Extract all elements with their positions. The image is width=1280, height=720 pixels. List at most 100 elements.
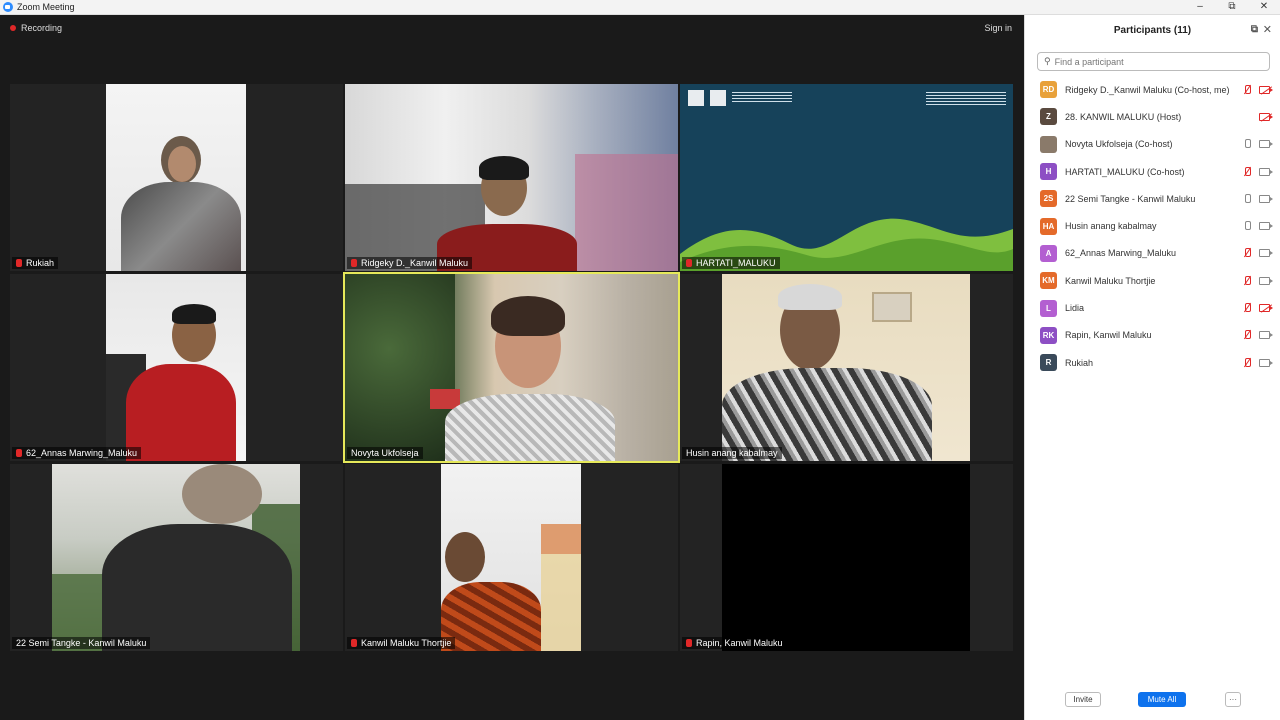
camera-icon[interactable] [1259,249,1273,258]
camera-icon[interactable] [1259,222,1273,231]
participant-status-icons [1243,166,1273,177]
mic-icon[interactable] [1243,221,1251,231]
participant-name: 22 Semi Tangke - Kanwil Maluku [16,638,147,648]
video-tile[interactable]: Kanwil Maluku Thortjie [345,464,678,651]
participant-row[interactable]: RK Rapin, Kanwil Maluku [1025,322,1280,349]
sign-in-link[interactable]: Sign in [984,23,1012,33]
mic-muted-icon [686,639,692,647]
mic-muted-icon[interactable] [1243,357,1251,368]
mic-muted-icon [16,449,22,457]
participant-row[interactable]: Z 28. KANWIL MALUKU (Host) [1025,103,1280,130]
avatar: L [1040,299,1057,317]
popout-icon[interactable]: ⧉ [1251,24,1258,35]
participant-nametag: 22 Semi Tangke - Kanwil Maluku [12,637,151,649]
video-tile[interactable]: 22 Semi Tangke - Kanwil Maluku [10,464,343,651]
participant-name: Novyta Ukfolseja [351,448,419,458]
mic-muted-icon [351,259,357,267]
invite-button[interactable]: Invite [1065,692,1101,707]
participant-row[interactable]: Novyta Ukfolseja (Co-host) [1025,131,1280,158]
maximize-button[interactable]: ⧉ [1216,0,1248,15]
active-speaker-tile[interactable]: Novyta Ukfolseja [343,272,680,463]
avatar: KM [1040,272,1057,290]
search-input[interactable] [1054,56,1255,67]
mic-icon[interactable] [1243,139,1251,149]
video-tile[interactable]: 62_Annas Marwing_Maluku [10,274,343,461]
participant-status-icons [1243,84,1273,95]
camera-icon[interactable] [1259,167,1273,176]
participant-nametag: Kanwil Maluku Thortjie [347,637,456,649]
video-tile[interactable]: Husin anang kabalmay [680,274,1013,461]
mic-muted-icon[interactable] [1243,330,1251,340]
video-tile[interactable]: Rapin, Kanwil Maluku [680,464,1013,651]
mic-muted-icon [686,259,692,267]
camera-icon[interactable] [1259,194,1273,203]
camera-icon[interactable] [1259,358,1273,367]
participant-name: Novyta Ukfolseja (Co-host) [1065,139,1173,150]
avatar: Z [1040,108,1057,126]
participant-nametag: Ridgeky D._Kanwil Maluku [347,257,473,269]
video-tile[interactable]: HARTATI_MALUKU [680,84,1013,271]
participant-status-icons [1243,221,1273,231]
participant-name: 62_Annas Marwing_Maluku [1065,248,1177,259]
avatar: 2S [1040,190,1057,208]
camera-off-icon[interactable] [1259,85,1273,94]
participant-name: Lidia [1065,303,1085,314]
participant-row[interactable]: L Lidia [1025,294,1280,321]
mic-muted-icon[interactable] [1243,84,1251,95]
participant-name: HARTATI_MALUKU (Co-host) [1065,166,1185,177]
participant-list: RD Ridgeky D._Kanwil Maluku (Co-host, me)… [1025,76,1280,376]
recording-label: Recording [21,23,63,33]
recording-dot-icon [10,25,16,31]
participant-status-icons [1243,139,1273,149]
zoom-logo-icon [3,2,13,12]
close-icon[interactable]: ✕ [1263,23,1272,36]
mic-muted-icon[interactable] [1243,275,1251,286]
participant-row[interactable]: H HARTATI_MALUKU (Co-host) [1025,158,1280,185]
mic-muted-icon[interactable] [1243,166,1251,177]
participant-video [345,84,678,271]
avatar: H [1040,163,1057,181]
participant-row[interactable]: HA Husin anang kabalmay [1025,212,1280,239]
participant-name: 62_Annas Marwing_Maluku [26,448,138,458]
video-tile[interactable]: Ridgeky D._Kanwil Maluku [345,84,678,271]
mic-muted-icon [351,639,357,647]
camera-off-icon[interactable] [1259,304,1273,313]
participant-nametag: Husin anang kabalmay [682,447,782,459]
participant-name: Husin anang kabalmay [686,448,778,458]
window-title: Zoom Meeting [17,2,75,12]
mic-muted-icon[interactable] [1243,303,1251,313]
mic-icon[interactable] [1243,193,1251,204]
camera-icon[interactable] [1259,276,1273,285]
more-options-button[interactable]: ··· [1225,692,1241,707]
participant-row[interactable]: RD Ridgeky D._Kanwil Maluku (Co-host, me) [1025,76,1280,103]
participant-row[interactable]: A 62_Annas Marwing_Maluku [1025,240,1280,267]
close-window-button[interactable]: ✕ [1248,0,1280,15]
participant-name: 22 Semi Tangke - Kanwil Maluku [1065,193,1196,204]
recording-indicator[interactable]: Recording [10,23,62,33]
mute-all-button[interactable]: Mute All [1138,692,1186,707]
camera-off-icon[interactable] [1259,112,1273,121]
participant-row[interactable]: R Rukiah [1025,349,1280,376]
camera-icon[interactable] [1259,331,1273,340]
participant-status-icons [1243,275,1273,286]
participant-name: Kanwil Maluku Thortjie [1065,275,1156,286]
participant-name: 28. KANWIL MALUKU (Host) [1065,111,1182,122]
institution-logo-icon [710,90,726,106]
participant-row[interactable]: 2S 22 Semi Tangke - Kanwil Maluku [1025,185,1280,212]
camera-icon[interactable] [1259,140,1273,149]
participant-video [722,274,970,461]
participant-status-icons [1259,112,1273,121]
participant-status-icons [1243,357,1273,368]
participant-name: Ridgeky D._Kanwil Maluku (Co-host, me) [1065,84,1230,95]
participant-nametag: Rapin, Kanwil Maluku [682,637,787,649]
participant-row[interactable]: KM Kanwil Maluku Thortjie [1025,267,1280,294]
mic-muted-icon[interactable] [1243,248,1251,258]
participant-video [106,274,246,461]
participant-search[interactable]: ⚲ [1037,52,1270,71]
participant-status-icons [1243,248,1273,258]
video-tile[interactable]: Rukiah [10,84,343,271]
panel-header: Participants (11) ⧉ ✕ [1025,15,1280,45]
participant-video [106,84,246,271]
participant-video [722,464,970,651]
minimize-button[interactable]: – [1184,0,1216,15]
